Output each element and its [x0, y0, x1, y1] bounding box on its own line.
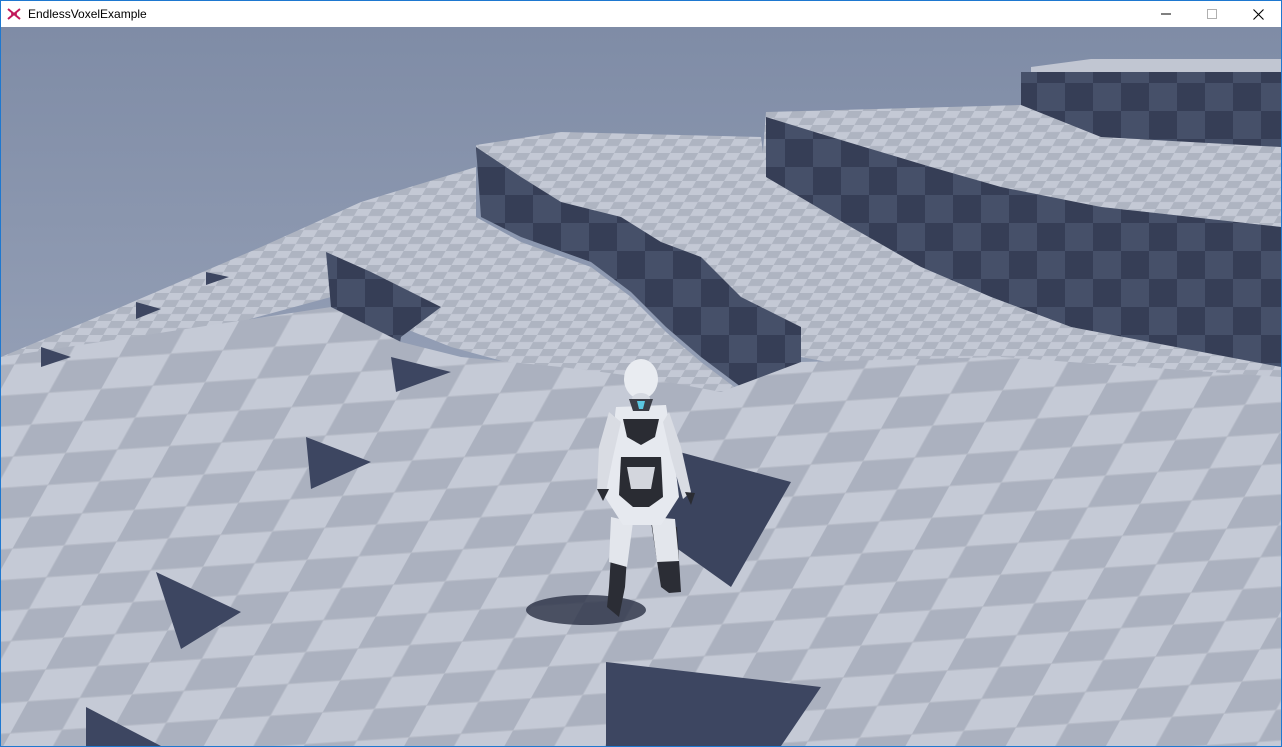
maximize-button[interactable]	[1189, 1, 1235, 27]
title-bar[interactable]: EndlessVoxelExample	[1, 1, 1281, 27]
voxel-scene	[1, 27, 1281, 746]
window-controls	[1143, 1, 1281, 27]
close-button[interactable]	[1235, 1, 1281, 27]
app-window: EndlessVoxelExample	[0, 0, 1282, 747]
minimize-icon	[1161, 13, 1171, 15]
maximize-icon	[1207, 9, 1217, 19]
app-icon	[6, 6, 22, 22]
close-icon	[1252, 8, 1264, 20]
window-title: EndlessVoxelExample	[28, 7, 147, 21]
game-viewport[interactable]	[1, 27, 1281, 746]
minimize-button[interactable]	[1143, 1, 1189, 27]
character-shadow	[526, 595, 646, 625]
